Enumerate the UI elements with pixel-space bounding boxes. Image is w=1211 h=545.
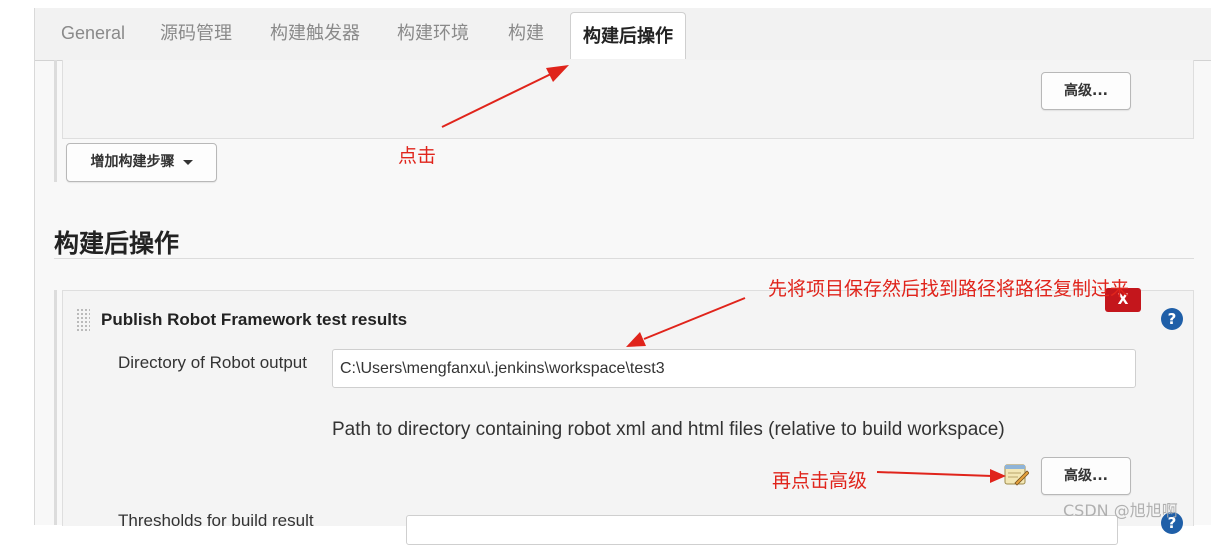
annotation-arrows [441, 65, 1006, 483]
annotation-click-advanced: 再点击高级 [772, 470, 868, 492]
csdn-watermark: CSDN @旭旭啊 [1063, 501, 1178, 520]
annotation-click-tab: 点击 [398, 145, 437, 167]
annotation-save-copy-path: 先将项目保存然后找到路径将路径复制过来 [768, 278, 1130, 300]
arrow-to-input-line [643, 297, 746, 340]
arrow-to-advanced-line [876, 471, 993, 477]
arrow-to-input-head [626, 332, 646, 347]
arrow-to-tab-head [546, 65, 569, 82]
arrow-to-tab-line [441, 72, 554, 128]
arrow-to-advanced-head [990, 469, 1006, 483]
